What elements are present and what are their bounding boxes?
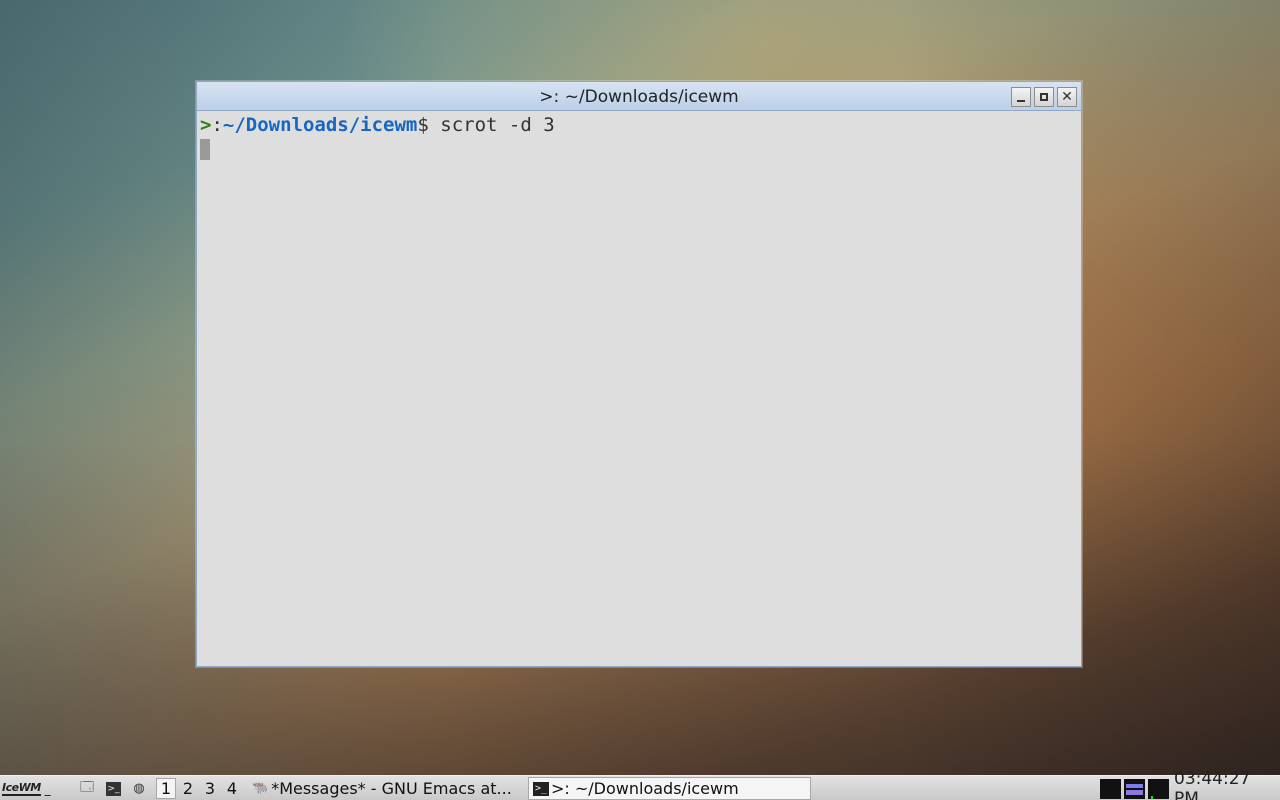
workspace-1[interactable]: 1: [156, 778, 176, 799]
workspace-4[interactable]: 4: [222, 778, 242, 799]
terminal-launcher-icon: >_: [106, 781, 121, 796]
prompt-colon: :: [211, 114, 223, 136]
memory-bar: [1151, 796, 1153, 799]
terminal-launcher-button[interactable]: >_: [106, 776, 121, 800]
cpu-monitor[interactable]: [1100, 779, 1121, 799]
minimize-icon: [1017, 100, 1025, 102]
icewm-logo: IceWM: [2, 781, 41, 796]
maximize-button[interactable]: [1034, 87, 1054, 107]
terminal-icon: >_: [533, 781, 549, 796]
network-tx-bar: [1126, 790, 1143, 795]
network-rx-bar: [1126, 784, 1143, 788]
close-icon: ✕: [1061, 89, 1073, 105]
prompt-path: ~/Downloads/icewm: [222, 114, 418, 136]
window-list-icon: _: [44, 781, 51, 796]
workspace-2[interactable]: 2: [178, 778, 198, 799]
browser-launcher-button[interactable]: ◍: [130, 776, 148, 800]
show-desktop-icon: 🗔: [79, 779, 95, 795]
terminal-prompt-line: >:~/Downloads/icewm$ scrot -d 3: [200, 114, 1078, 137]
network-monitor[interactable]: [1124, 779, 1145, 799]
window-titlebar[interactable]: >: ~/Downloads/icewm ✕: [197, 82, 1081, 111]
terminal-cursor-line: [200, 137, 1078, 160]
maximize-icon: [1040, 93, 1048, 101]
show-desktop-button[interactable]: 🗔: [78, 776, 96, 800]
task-emacs-label: *Messages* - GNU Emacs at...: [271, 779, 512, 798]
clock[interactable]: 03:44:27 PM: [1174, 769, 1280, 800]
prompt-arrow: >: [200, 114, 212, 136]
workspace-3[interactable]: 3: [200, 778, 220, 799]
start-menu-button[interactable]: IceWM _: [2, 776, 52, 800]
terminal-area[interactable]: >:~/Downloads/icewm$ scrot -d 3: [197, 112, 1081, 666]
emacs-icon: 🐃: [252, 781, 269, 796]
terminal-command: scrot -d 3: [428, 114, 555, 136]
taskbar: IceWM _ 🗔 >_ ◍ 1 2 3 4 🐃 *Messages* - GN…: [0, 769, 1280, 800]
memory-monitor[interactable]: [1148, 779, 1169, 799]
close-button[interactable]: ✕: [1057, 87, 1077, 107]
minimize-button[interactable]: [1011, 87, 1031, 107]
task-emacs[interactable]: 🐃 *Messages* - GNU Emacs at...: [248, 777, 524, 800]
prompt-dollar: $: [417, 114, 429, 136]
task-terminal-label: >: ~/Downloads/icewm: [551, 779, 739, 798]
terminal-cursor: [200, 139, 210, 160]
task-terminal[interactable]: >_ >: ~/Downloads/icewm: [528, 777, 811, 800]
terminal-window[interactable]: >: ~/Downloads/icewm ✕ >:~/Downloads/ice…: [196, 81, 1082, 667]
browser-icon: ◍: [133, 781, 145, 796]
window-title: >: ~/Downloads/icewm: [539, 87, 739, 107]
